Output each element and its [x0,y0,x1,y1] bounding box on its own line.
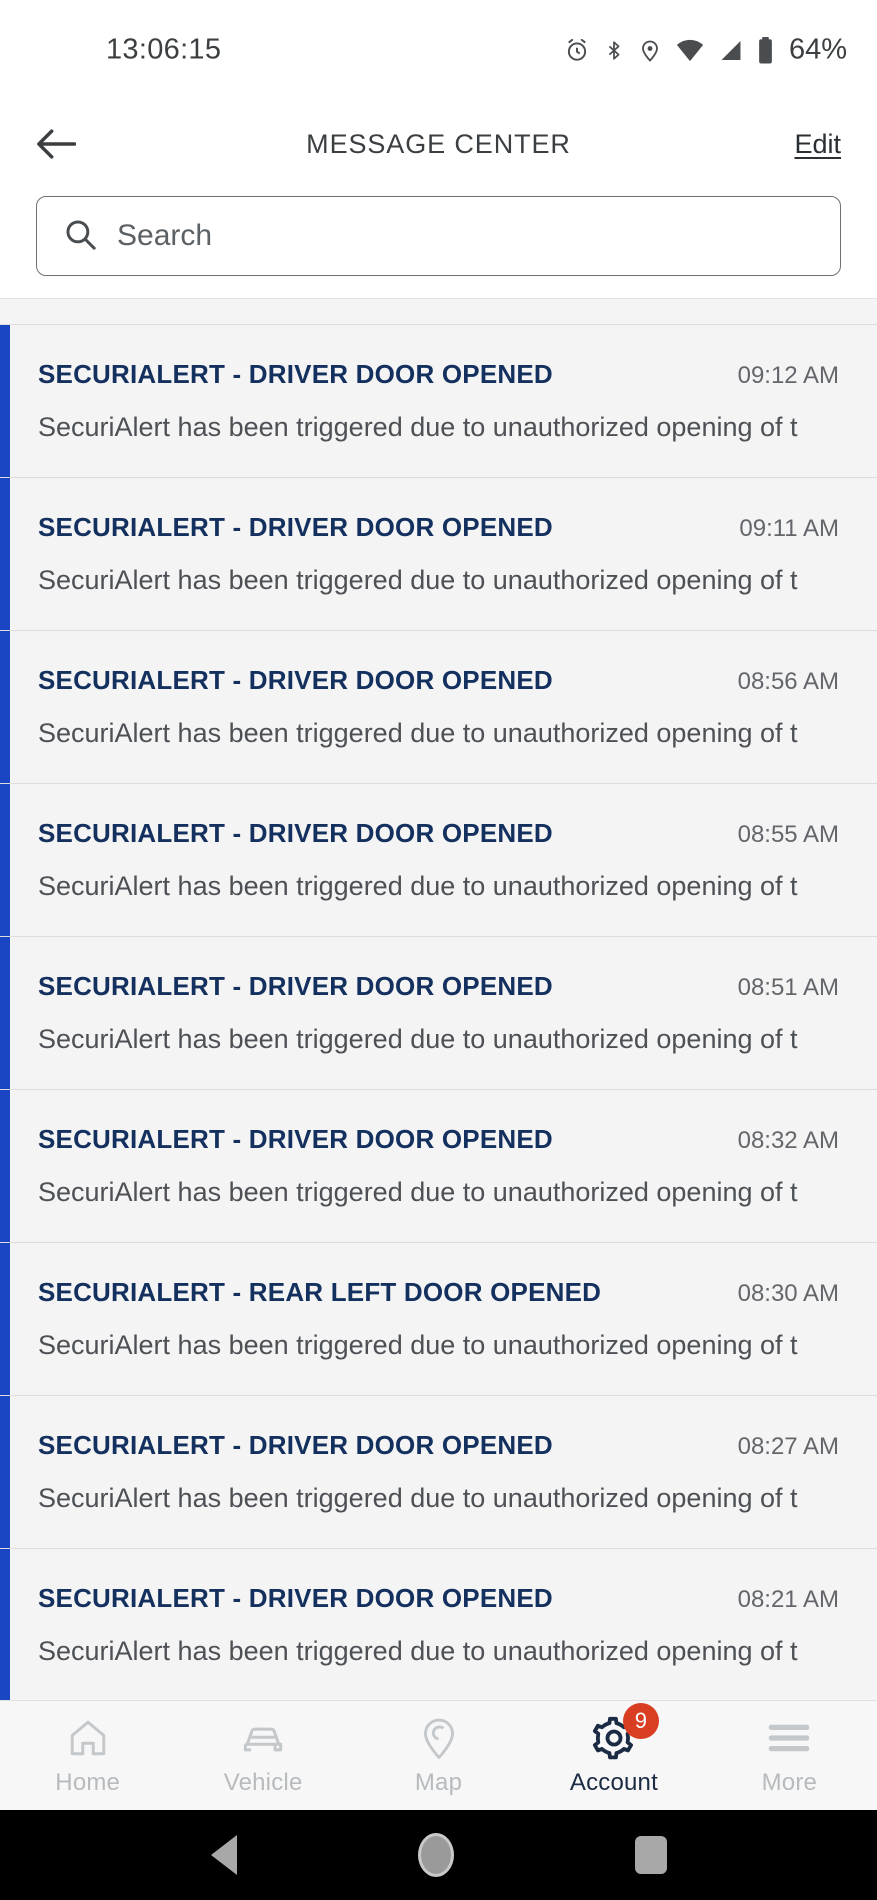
message-row[interactable]: SECURIALERT - REAR LEFT DOOR OPENED 08:30… [0,1243,877,1396]
signal-icon [718,37,744,63]
message-preview: SecuriAlert has been triggered due to un… [38,718,798,748]
map-pin-icon [419,1715,459,1761]
message-timestamp: 08:27 AM [737,1433,839,1460]
message-row-header: SECURIALERT - DRIVER DOOR OPENED 09:11 AM [38,512,839,543]
page-title: MESSAGE CENTER [306,128,571,159]
search-section [0,188,877,298]
message-timestamp: 08:51 AM [737,974,839,1001]
nav-item-vehicle[interactable]: Vehicle [175,1701,350,1810]
nav-label: Map [414,1768,463,1796]
nav-item-home[interactable]: Home [0,1701,175,1810]
message-timestamp: 08:21 AM [737,1586,839,1613]
nav-label: Home [55,1768,121,1796]
message-row[interactable]: SECURIALERT - DRIVER DOOR OPENED 09:12 AM… [0,325,877,478]
phone-screen: 13:06:15 64% MESSAGE CENTER Edit Search … [0,0,877,1900]
hamburger-icon [766,1715,812,1761]
message-row[interactable]: SECURIALERT - DRIVER DOOR OPENED 08:27 AM… [0,1396,877,1549]
nav-label: More [761,1768,818,1796]
nav-label: Vehicle [223,1768,303,1796]
search-box[interactable] [36,196,841,276]
message-title: SECURIALERT - DRIVER DOOR OPENED [38,1124,553,1154]
battery-icon [757,36,774,64]
bluetooth-icon [603,37,625,63]
edit-button[interactable]: Edit [794,129,841,160]
message-preview: SecuriAlert has been triggered due to un… [38,1636,798,1666]
message-row-header: SECURIALERT - DRIVER DOOR OPENED 09:12 AM [38,359,839,390]
message-title: SECURIALERT - DRIVER DOOR OPENED [38,1430,553,1460]
message-row-header: SECURIALERT - DRIVER DOOR OPENED 08:27 AM [38,1430,839,1461]
message-row-header: SECURIALERT - DRIVER DOOR OPENED 08:32 AM [38,1124,839,1155]
message-timestamp: 09:12 AM [737,362,839,389]
message-timestamp: 08:55 AM [737,821,839,848]
app-header: MESSAGE CENTER Edit [0,100,877,188]
message-row-header: SECURIALERT - DRIVER DOOR OPENED 08:21 AM [38,1583,839,1614]
nav-item-account[interactable]: 9 Account [526,1701,701,1810]
message-row[interactable]: SECURIALERT - DRIVER DOOR OPENEDSecuriAl… [0,299,877,325]
system-back-icon[interactable] [210,1835,237,1875]
message-row[interactable]: SECURIALERT - DRIVER DOOR OPENED 08:21 AM… [0,1549,877,1700]
message-row-header: SECURIALERT - DRIVER DOOR OPENED 08:55 AM [38,818,839,849]
message-preview: SecuriAlert has been triggered due to un… [38,565,798,595]
bottom-navigation: Home Vehicle Map 9 Account More [0,1700,877,1810]
message-preview: SecuriAlert has been triggered due to un… [38,1330,798,1360]
status-clock: 13:06:15 [106,33,222,66]
location-icon [638,37,662,63]
status-icon-group: 64% [564,34,847,67]
search-input[interactable] [117,219,814,253]
message-title: SECURIALERT - DRIVER DOOR OPENED [38,665,553,695]
search-icon [63,217,97,256]
message-row-header: SECURIALERT - DRIVER DOOR OPENED 08:56 AM [38,665,839,696]
message-title: SECURIALERT - DRIVER DOOR OPENED [38,512,553,542]
message-timestamp: 09:11 AM [739,515,839,542]
nav-item-more[interactable]: More [702,1701,877,1810]
message-preview: SecuriAlert has been triggered due to un… [38,871,798,901]
message-row[interactable]: SECURIALERT - DRIVER DOOR OPENED 08:55 AM… [0,784,877,937]
message-preview: SecuriAlert has been triggered due to un… [38,1024,798,1054]
message-row[interactable]: SECURIALERT - DRIVER DOOR OPENED 08:51 AM… [0,937,877,1090]
car-icon [240,1715,286,1761]
message-list[interactable]: SECURIALERT - DRIVER DOOR OPENED SecuriAl… [0,298,877,1700]
message-timestamp: 08:56 AM [737,668,839,695]
message-title: SECURIALERT - DRIVER DOOR OPENED [38,1583,553,1613]
gear-icon: 9 [591,1702,659,1761]
message-row-header: SECURIALERT - REAR LEFT DOOR OPENED 08:30… [38,1277,839,1308]
message-row[interactable]: SECURIALERT - DRIVER DOOR OPENED 09:11 AM… [0,478,877,631]
message-preview: SecuriAlert has been triggered due to un… [38,1177,798,1207]
wifi-icon [675,37,705,63]
message-timestamp: 08:32 AM [737,1127,839,1154]
message-preview: SecuriAlert has been triggered due to un… [38,1483,798,1513]
home-icon [67,1715,109,1761]
nav-label: Account [569,1768,658,1796]
message-title: SECURIALERT - DRIVER DOOR OPENED [38,359,553,389]
message-row[interactable]: SECURIALERT - DRIVER DOOR OPENED 08:56 AM… [0,631,877,784]
message-title: SECURIALERT - DRIVER DOOR OPENED [38,818,553,848]
system-home-icon[interactable] [417,1833,454,1877]
status-bar: 13:06:15 64% [0,0,877,100]
nav-item-map[interactable]: Map [351,1701,526,1810]
system-navigation-bar [0,1810,877,1900]
alarm-icon [564,37,590,63]
back-arrow-icon[interactable] [36,118,88,170]
message-title: SECURIALERT - DRIVER DOOR OPENED [38,971,553,1001]
battery-percentage: 64% [788,33,847,66]
message-row-header: SECURIALERT - DRIVER DOOR OPENED 08:51 AM [38,971,839,1002]
message-row[interactable]: SECURIALERT - DRIVER DOOR OPENED 08:32 AM… [0,1090,877,1243]
message-preview: SecuriAlert has been triggered due to un… [38,412,798,442]
system-recents-icon[interactable] [634,1836,667,1874]
message-title: SECURIALERT - REAR LEFT DOOR OPENED [38,1277,602,1307]
message-timestamp: 08:30 AM [737,1280,839,1307]
notification-badge: 9 [622,1702,659,1739]
